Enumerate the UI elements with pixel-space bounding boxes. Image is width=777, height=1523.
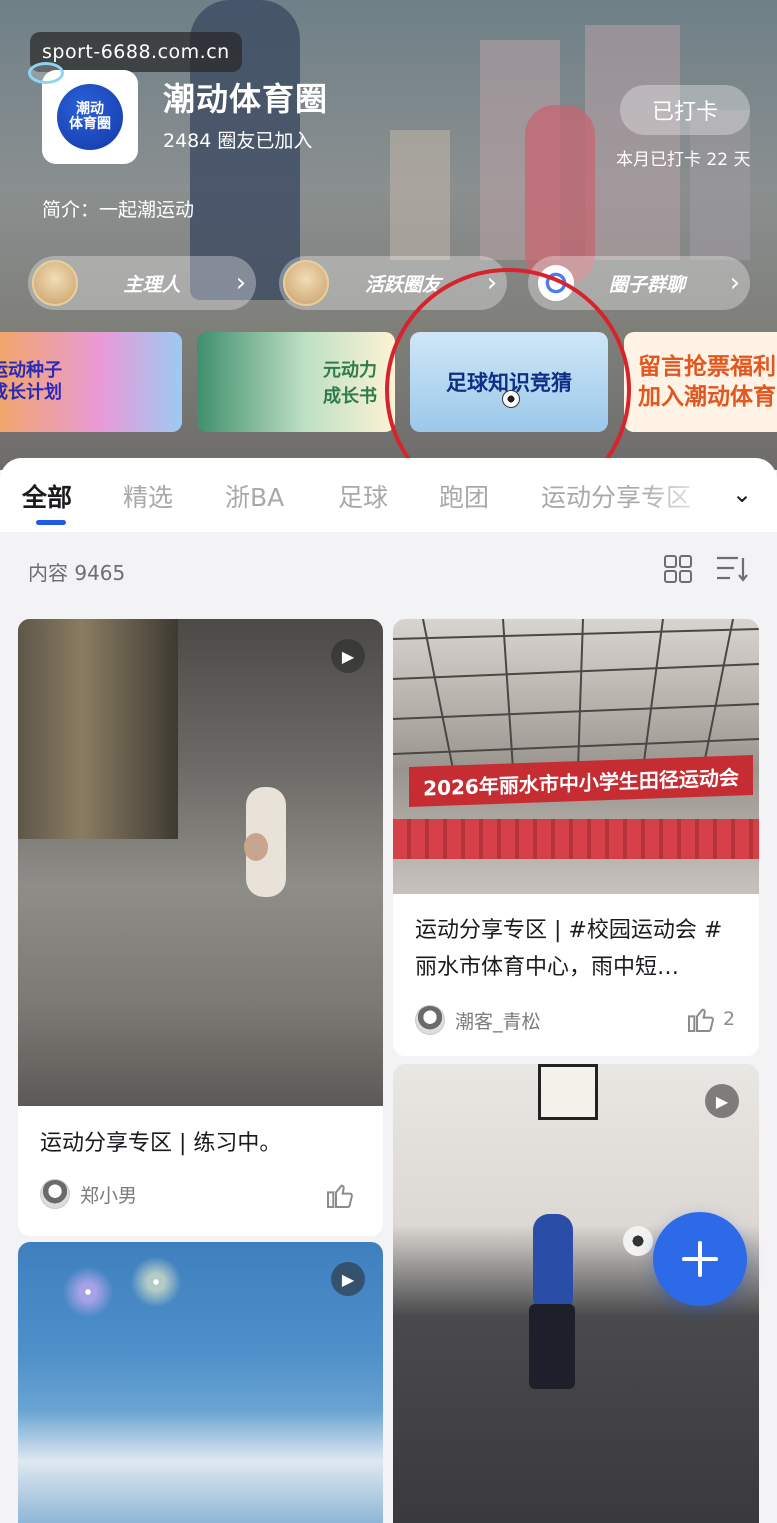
- sort-icon[interactable]: [716, 555, 748, 583]
- chevron-down-icon[interactable]: ⌄: [732, 480, 752, 508]
- content-count: 内容 9465: [28, 561, 126, 585]
- tab-indicator: [36, 520, 66, 525]
- ball: [623, 1226, 653, 1256]
- post-author[interactable]: 潮客_青松: [415, 1005, 541, 1035]
- circle-logo-mark: 潮动 体育圈: [57, 84, 123, 150]
- circle-intro: 简介：一起潮运动: [42, 199, 195, 221]
- tab-zheba[interactable]: 浙BA: [225, 478, 284, 514]
- banner-text: 留言抢票福利 加入潮动体育: [638, 354, 776, 410]
- banner-ticket-giveaway[interactable]: 留言抢票福利 加入潮动体育: [624, 332, 777, 432]
- tab-all[interactable]: 全部: [22, 478, 72, 514]
- circle-name: 潮动体育圈: [163, 80, 329, 118]
- chevron-right-icon: ›: [729, 268, 741, 298]
- member-avatar: [283, 260, 329, 306]
- post-text: 运动分享专区 | #校园运动会 # 丽水市体育中心，雨中短…: [415, 918, 723, 980]
- checkin-days: 本月已打卡 22 天: [616, 150, 751, 170]
- post-card[interactable]: ▶ 运动分享专区 | 练习中。 郑小男: [18, 619, 383, 1236]
- avatar: [40, 1179, 70, 1209]
- author-name: 郑小男: [80, 1184, 138, 1207]
- circle-logo[interactable]: 潮动 体育圈: [28, 62, 138, 164]
- banner-sport-seed[interactable]: 运动种子 成长计划: [0, 332, 182, 432]
- tab-running-club[interactable]: 跑团: [439, 478, 489, 514]
- post-card[interactable]: ▶: [18, 1242, 383, 1523]
- like-count: 2: [723, 1008, 736, 1030]
- sparkle: [58, 1262, 118, 1322]
- post-text: 运动分享专区 | 练习中。: [40, 1131, 282, 1156]
- grid-view-icon[interactable]: [664, 555, 692, 583]
- tab-featured[interactable]: 精选: [123, 478, 173, 514]
- watermark: sport-6688.com.cn: [30, 32, 242, 72]
- thumbs-up-icon: [688, 1008, 714, 1032]
- pill-owner[interactable]: 主理人 ›: [28, 256, 256, 310]
- pill-label: 圈子群聊: [608, 273, 685, 296]
- pill-label: 主理人: [123, 273, 181, 296]
- post-image: [18, 619, 383, 1106]
- post-image: 2026年丽水市中小学生田径运动会: [393, 619, 759, 894]
- tab-fade: [640, 470, 720, 526]
- stadium-seats: [393, 819, 759, 859]
- background-building: [390, 130, 450, 260]
- child-legs: [529, 1304, 575, 1389]
- building-column: [18, 619, 178, 839]
- owner-avatar: [32, 260, 78, 306]
- ball: [244, 833, 268, 861]
- plus-icon: [682, 1241, 718, 1277]
- post-author[interactable]: 郑小男: [40, 1179, 137, 1209]
- post-card[interactable]: 2026年丽水市中小学生田径运动会 运动分享专区 | #校园运动会 # 丽水市体…: [393, 619, 759, 1056]
- avatar: [415, 1005, 445, 1035]
- tab-football[interactable]: 足球: [338, 478, 388, 514]
- wall-picture: [538, 1064, 598, 1120]
- logo-badge-icon: [28, 62, 64, 84]
- banner-growth-book[interactable]: 元动力 成长书: [197, 332, 395, 432]
- play-icon[interactable]: ▶: [331, 1262, 365, 1296]
- play-icon[interactable]: ▶: [705, 1084, 739, 1118]
- sparkle: [126, 1252, 186, 1312]
- add-post-button[interactable]: [653, 1212, 747, 1306]
- play-icon[interactable]: ▶: [331, 639, 365, 673]
- author-name: 潮客_青松: [455, 1010, 541, 1033]
- chevron-right-icon: ›: [235, 268, 247, 298]
- stadium-roof: [393, 619, 759, 769]
- post-image: [18, 1242, 383, 1523]
- checkin-button[interactable]: 已打卡: [620, 85, 750, 135]
- banner-text: 元动力 成长书: [323, 360, 377, 407]
- thumbs-up-icon[interactable]: [324, 1179, 356, 1211]
- like-button[interactable]: 2: [685, 1003, 735, 1035]
- banner-text: 运动种子 成长计划: [0, 360, 62, 403]
- background-building: [585, 25, 680, 260]
- member-count: 2484 圈友已加入: [163, 130, 313, 152]
- child-figure: [533, 1214, 573, 1314]
